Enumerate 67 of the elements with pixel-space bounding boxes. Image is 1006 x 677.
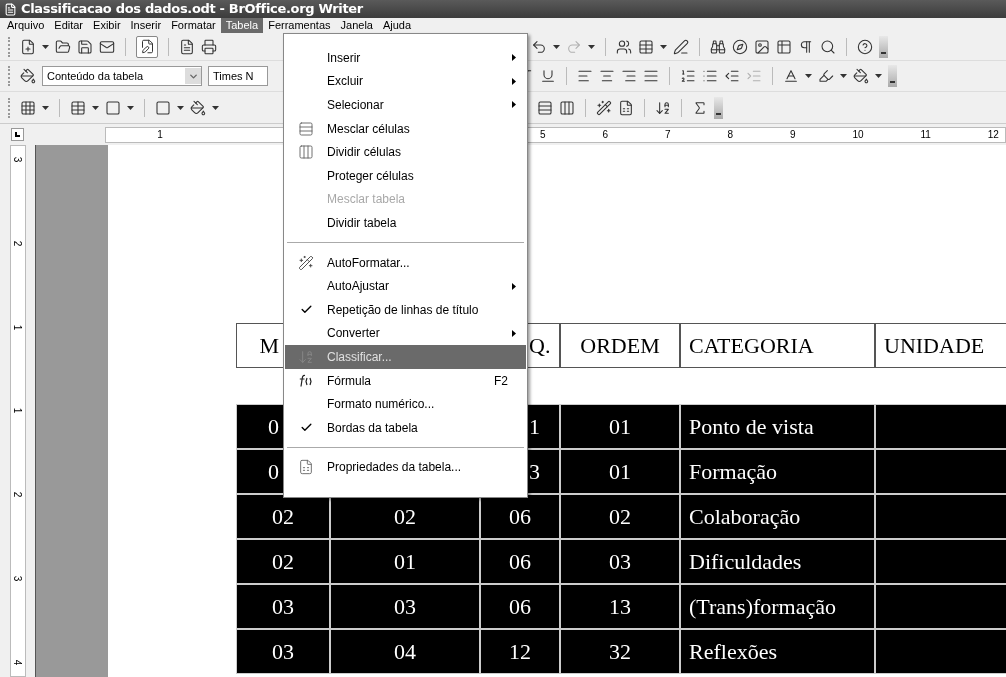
table-cell: 03 [236,629,330,674]
ruler-label: 1 [11,408,24,414]
table-cell: Reflexões [680,629,875,674]
window-title: Classificacao dos dados.odt - BrOffice.org Writer [21,0,363,19]
menu-item[interactable]: Excluir [285,69,526,94]
menu-item[interactable]: AutoAjustar [285,274,526,298]
menu-bar-item[interactable]: Tabela [220,18,264,33]
column-header: CATEGORIA [680,323,875,368]
table-cell: 12 [480,629,560,674]
ruler-label: 5 [540,128,546,142]
table-cell: 06 [480,539,560,584]
ruler-label: 3 [11,575,24,582]
font-name-combobox[interactable]: Times N [208,66,268,86]
table-cell: Ponto de vista [680,404,875,449]
menu-bar-item[interactable]: Exibir [88,18,126,33]
ruler-label: 9 [789,128,796,142]
menu-item[interactable]: Dividir células [285,140,526,164]
table-cell: 32 [560,629,680,674]
table-cell: 02 [560,494,680,539]
table-cell: 03 [330,584,480,629]
ruler-label: 3 [11,156,24,163]
menu-bar-item[interactable]: Formatar [166,18,221,33]
menu-item[interactable]: Classificar... [285,345,526,369]
column-header: ORDEM [560,323,680,368]
table-cell: Colaboração [680,494,875,539]
ruler-label: 1 [157,128,163,142]
menu-item[interactable]: Proteger células [285,163,526,188]
table-cell: 01 [330,539,480,584]
ruler-label: 4 [11,659,24,666]
ruler-label: 2 [11,492,24,498]
table-cell: 06 [480,584,560,629]
menu-bar-item[interactable]: Ajuda [377,18,417,33]
ruler-label: 12 [987,128,999,142]
table-cell: Formação [680,449,875,494]
menu-bar-item[interactable]: Inserir [125,18,167,33]
ruler-label: 11 [920,128,931,142]
menu-item[interactable]: AutoFormatar... [285,250,526,275]
column-header: UNIDADE [875,323,1006,368]
table-cell: 03 [236,584,330,629]
ruler-label: 7 [664,128,671,142]
ruler-label: 10 [852,128,864,142]
table-cell: 06 [480,494,560,539]
table-cell: 03 [560,539,680,584]
menu-bar-item[interactable]: Janela [335,18,378,33]
table-cell: 04 [330,629,480,674]
ruler-label: 8 [727,128,733,142]
menu-item[interactable]: Selecionar [285,93,526,117]
menu-item[interactable]: Fórmula F2 [285,368,526,393]
menu-item[interactable]: Mesclar células [285,116,526,141]
menu-shortcut: F2 [494,372,509,390]
table-cell: 13 [560,584,680,629]
menu-item[interactable]: Dividir tabela [285,211,526,235]
paragraph-style-combobox[interactable]: Conteúdo da tabela [42,66,202,86]
table-cell: (Trans)formação [680,584,875,629]
menu-bar-item[interactable]: Editar [49,18,89,33]
menu-item[interactable]: Repetição de linhas de título [285,297,526,322]
ruler-label: 2 [11,240,24,247]
table-cell: 02 [236,539,330,584]
menu-item[interactable]: Inserir [285,46,526,70]
table-cell: 01 [560,404,680,449]
ruler-label: 1 [11,324,24,330]
table-cell: 01 [560,449,680,494]
table-cell: 02 [236,494,330,539]
menu-bar-item[interactable]: Arquivo [2,18,50,33]
table-cell: Dificuldades [680,539,875,584]
ruler-label: 6 [602,128,609,142]
menu-bar-item[interactable]: Ferramentas [263,18,336,33]
